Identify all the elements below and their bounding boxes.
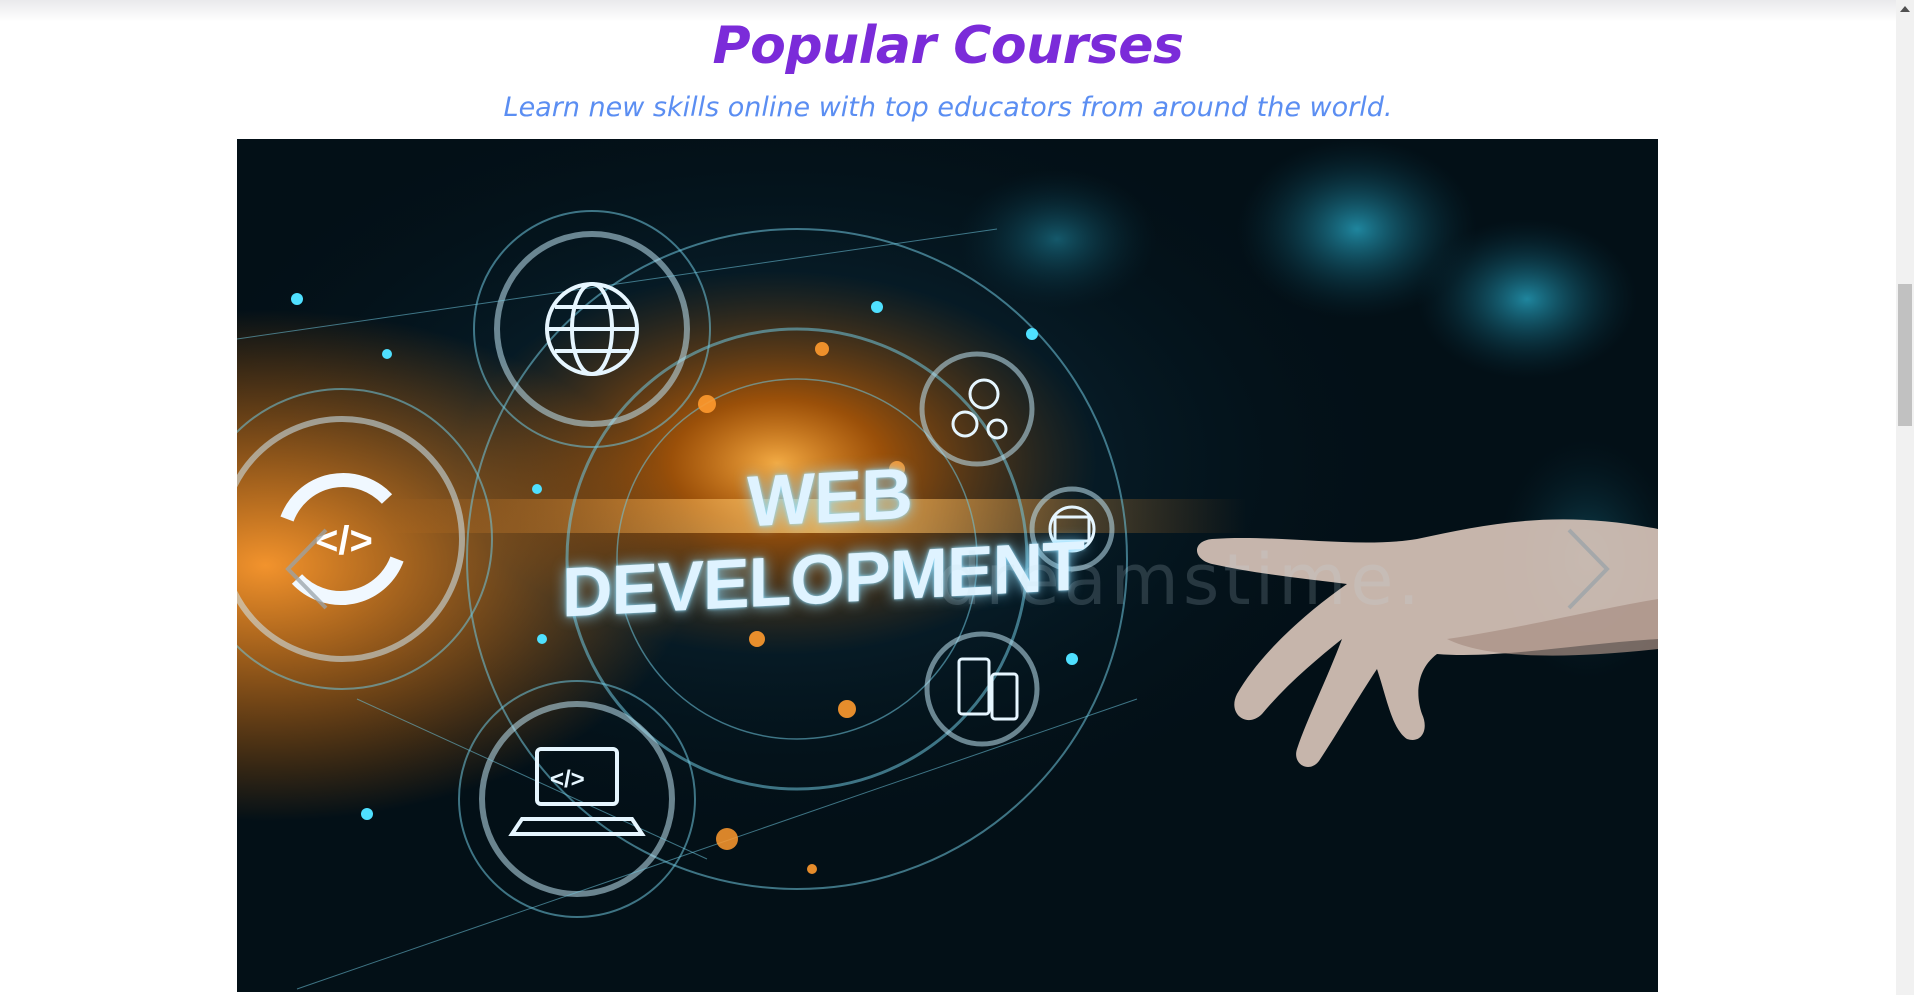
- scrollbar-thumb[interactable]: [1898, 284, 1912, 426]
- chevron-left-icon: [285, 528, 328, 610]
- svg-text:</>: </>: [550, 766, 585, 793]
- section-title: Popular Courses: [712, 16, 1184, 76]
- scroll-up-arrow-icon[interactable]: [1896, 0, 1914, 18]
- slide-heading-web: WEB: [747, 453, 912, 543]
- chevron-right-icon: [1567, 528, 1610, 610]
- course-carousel[interactable]: </> </> WEB DEVELOPMENT dreamstime.: [237, 139, 1658, 992]
- slide-watermark: dreamstime.: [937, 539, 1424, 621]
- section-subtitle: Learn new skills online with top educato…: [503, 92, 1393, 123]
- page-scrollbar[interactable]: [1896, 0, 1914, 995]
- carousel-next-button[interactable]: [1548, 519, 1628, 619]
- carousel-prev-button[interactable]: [267, 519, 347, 619]
